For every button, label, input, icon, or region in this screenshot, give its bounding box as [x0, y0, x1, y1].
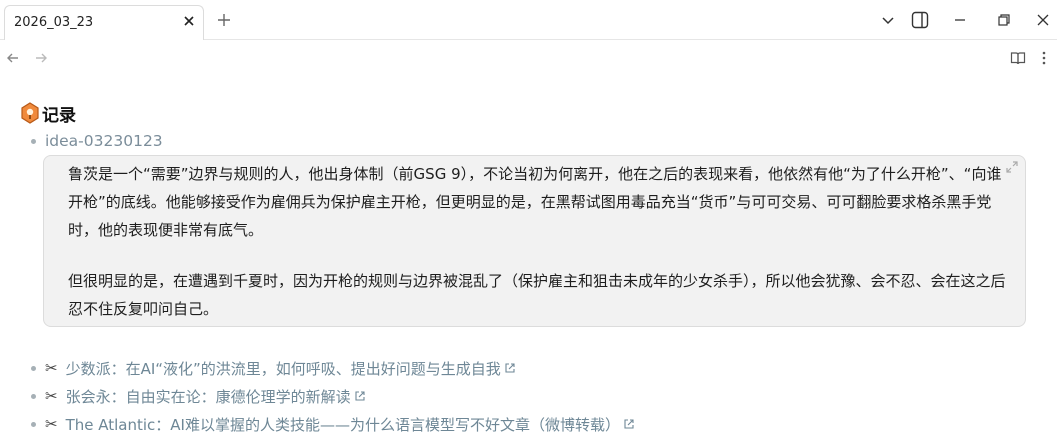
idea-label[interactable]: idea-03230123 [45, 132, 163, 150]
list-item: ✂ The Atlantic：AI难以掌握的人类技能——为什么语言模型写不好文章… [45, 414, 635, 434]
link-text[interactable]: The Atlantic：AI难以掌握的人类技能——为什么语言模型写不好文章（微… [66, 414, 620, 435]
quote-block[interactable]: 鲁茨是一个“需要”边界与规则的人，他出身体制（前GSG 9），不论当初为何离开，… [43, 155, 1026, 327]
reading-mode-icon[interactable] [1010, 50, 1026, 66]
tab-title: 2026_03_23 [14, 15, 94, 30]
idea-item: idea-03230123 [45, 131, 163, 151]
back-arrow-icon[interactable] [6, 51, 20, 65]
title-bar: 2026_03_23 [0, 0, 1057, 40]
close-window-icon[interactable] [1035, 12, 1051, 28]
scissors-icon: ✂ [45, 387, 58, 405]
external-link-icon[interactable] [623, 418, 635, 430]
close-tab-icon[interactable] [181, 13, 197, 29]
quote-paragraph-2: 但很明显的是，在遭遇到千夏时，因为开枪的规则与边界被混乱了（保护雇主和狙击未成年… [68, 272, 1006, 318]
minimize-icon[interactable] [952, 12, 968, 28]
list-item: ✂ 张会永：自由实在论：康德伦理学的新解读 [45, 386, 366, 406]
page-title: 记录 [42, 105, 76, 126]
restore-icon[interactable] [996, 12, 1012, 28]
scissors-icon: ✂ [45, 359, 58, 377]
scissors-icon: ✂ [45, 415, 58, 433]
forward-arrow-icon[interactable] [34, 51, 48, 65]
bullet[interactable] [31, 366, 36, 371]
bullet[interactable] [31, 394, 36, 399]
external-link-icon[interactable] [504, 362, 516, 374]
list-item: ✂ 少数派：在AI“液化”的洪流里，如何呼吸、提出好问题与生成自我 [45, 358, 516, 378]
chevron-down-icon[interactable] [880, 12, 896, 28]
external-link-icon[interactable] [354, 390, 366, 402]
link-text[interactable]: 少数派：在AI“液化”的洪流里，如何呼吸、提出好问题与生成自我 [66, 358, 501, 379]
bullet[interactable] [31, 422, 36, 427]
link-text[interactable]: 张会永：自由实在论：康德伦理学的新解读 [66, 386, 351, 407]
tab-active[interactable]: 2026_03_23 [4, 5, 204, 40]
record-icon [21, 102, 39, 124]
nav-bar [0, 40, 1057, 76]
page-heading: 记录 [20, 100, 76, 126]
new-tab-icon[interactable] [216, 12, 232, 28]
sidebar-toggle-icon[interactable] [911, 11, 929, 29]
more-options-icon[interactable] [1039, 51, 1049, 65]
quote-paragraph-1: 鲁茨是一个“需要”边界与规则的人，他出身体制（前GSG 9），不论当初为何离开，… [68, 165, 1002, 239]
bullet[interactable] [31, 139, 36, 144]
